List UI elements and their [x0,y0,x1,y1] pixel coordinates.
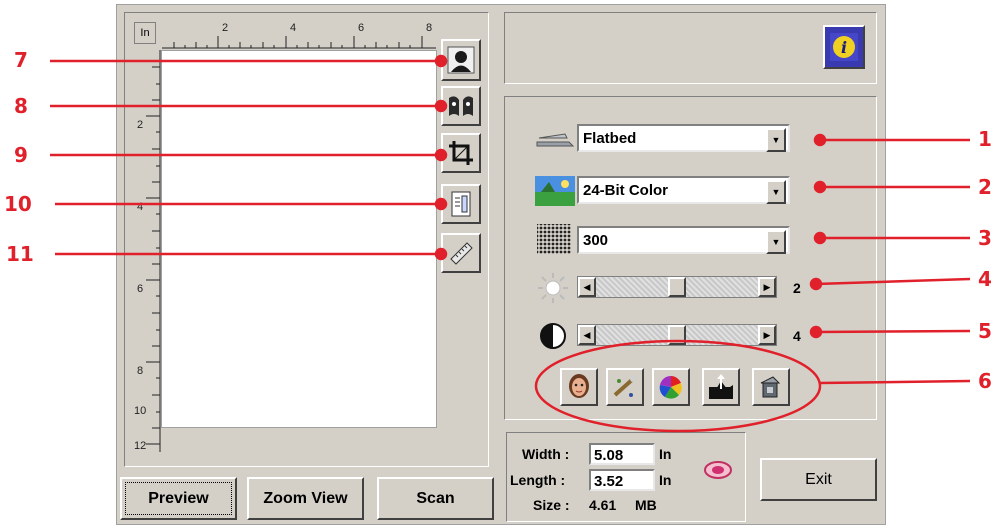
callout-number: 6 [978,369,992,393]
callout-number: 8 [14,94,28,118]
callout-number: 4 [978,267,992,291]
callout-overlay [50,54,971,433]
callout-number: 11 [6,242,34,266]
callout-number: 5 [978,319,992,343]
callout-number: 9 [14,143,28,167]
callout-number: 1 [978,127,992,151]
callout-number: 7 [14,48,28,72]
callout-number: 3 [978,226,992,250]
callout-number: 10 [4,192,32,216]
callout-number: 2 [978,175,992,199]
